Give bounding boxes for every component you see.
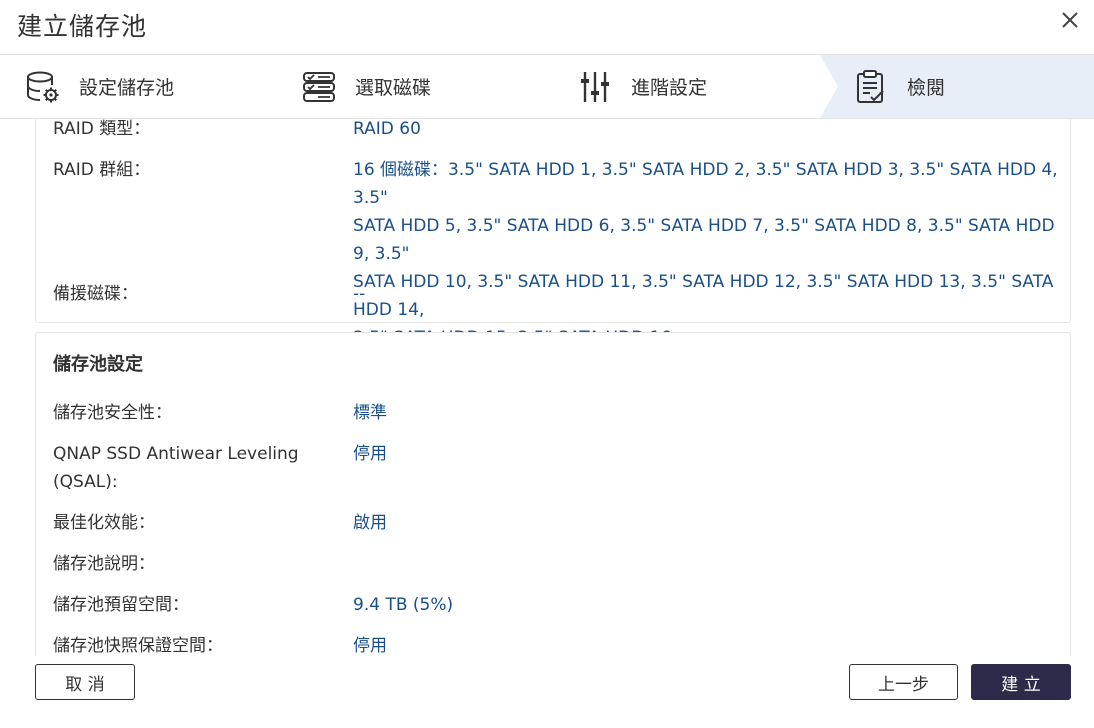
dialog-title: 建立儲存池 [17, 12, 148, 41]
step-advanced-settings: 進階設定 [577, 55, 707, 118]
review-checklist-icon [857, 69, 884, 103]
spare-disk-value: -- [353, 284, 366, 304]
step-label: 設定儲存池 [79, 77, 175, 99]
create-button[interactable]: 建 立 [971, 664, 1071, 700]
database-gear-icon [27, 71, 59, 102]
dialog-header: 建立儲存池 [0, 0, 1094, 55]
sliders-icon [581, 71, 609, 102]
wizard-steps: 設定儲存池 選取磁碟 進階設定 檢閱 [0, 55, 1094, 119]
raid-type-value: RAID 60 [353, 119, 421, 139]
qsal-label-line: (QSAL): [53, 472, 118, 492]
qsal-value: 停用 [353, 444, 387, 464]
qsal-label-line: QNAP SSD Antiwear Leveling [53, 444, 299, 464]
step-label: 進階設定 [631, 77, 708, 99]
raid-card: RAID 類型： RAID 60 RAID 群組： 16 個磁碟：3.5" SA… [35, 119, 1071, 348]
dialog-footer: 取 消 上一步 建 立 [0, 656, 1094, 728]
raid-group-value: 16 個磁碟：3.5" SATA HDD 1, 3.5" SATA HDD 2,… [353, 156, 1070, 352]
step-label: 檢閱 [907, 77, 946, 99]
step-label: 選取磁碟 [355, 77, 432, 99]
snapshot-space-value: 停用 [353, 636, 387, 656]
pool-settings-card: 儲存池設定 儲存池安全性： 標準 QNAP SSD Antiwear Level… [35, 332, 1071, 656]
raid-type-label: RAID 類型： [53, 119, 151, 139]
raid-group-line: SATA HDD 10, 3.5" SATA HDD 11, 3.5" SATA… [353, 272, 1054, 320]
spare-disk-label: 備援磁碟： [53, 284, 138, 304]
pool-security-label: 儲存池安全性： [53, 403, 172, 423]
raid-group-line: 16 個磁碟：3.5" SATA HDD 1, 3.5" SATA HDD 2,… [353, 160, 1058, 208]
qsal-label: QNAP SSD Antiwear Leveling (QSAL): [53, 440, 299, 496]
section-title: 儲存池設定 [53, 354, 143, 375]
snapshot-space-label: 儲存池快照保證空間： [53, 636, 223, 656]
reserved-space-value: 9.4 TB (5%) [353, 595, 454, 615]
pool-description-label: 儲存池說明： [53, 554, 155, 574]
reserved-space-label: 儲存池預留空間： [53, 595, 189, 615]
raid-group-label: RAID 群組： [53, 160, 151, 180]
close-icon[interactable] [1060, 10, 1080, 30]
performance-label: 最佳化效能： [53, 513, 155, 533]
pool-security-value: 標準 [353, 403, 387, 423]
cancel-button[interactable]: 取 消 [35, 664, 135, 700]
step-configure-pool: 設定儲存池 [25, 55, 174, 118]
raid-group-line: SATA HDD 5, 3.5" SATA HDD 6, 3.5" SATA H… [353, 216, 1055, 264]
back-button[interactable]: 上一步 [849, 664, 958, 700]
step-review: 檢閱 [853, 55, 945, 118]
review-content[interactable]: RAID 類型： RAID 60 RAID 群組： 16 個磁碟：3.5" SA… [0, 119, 1094, 656]
step-select-disks: 選取磁碟 [301, 55, 431, 118]
performance-value: 啟用 [353, 513, 387, 533]
disk-check-icon [303, 71, 335, 102]
